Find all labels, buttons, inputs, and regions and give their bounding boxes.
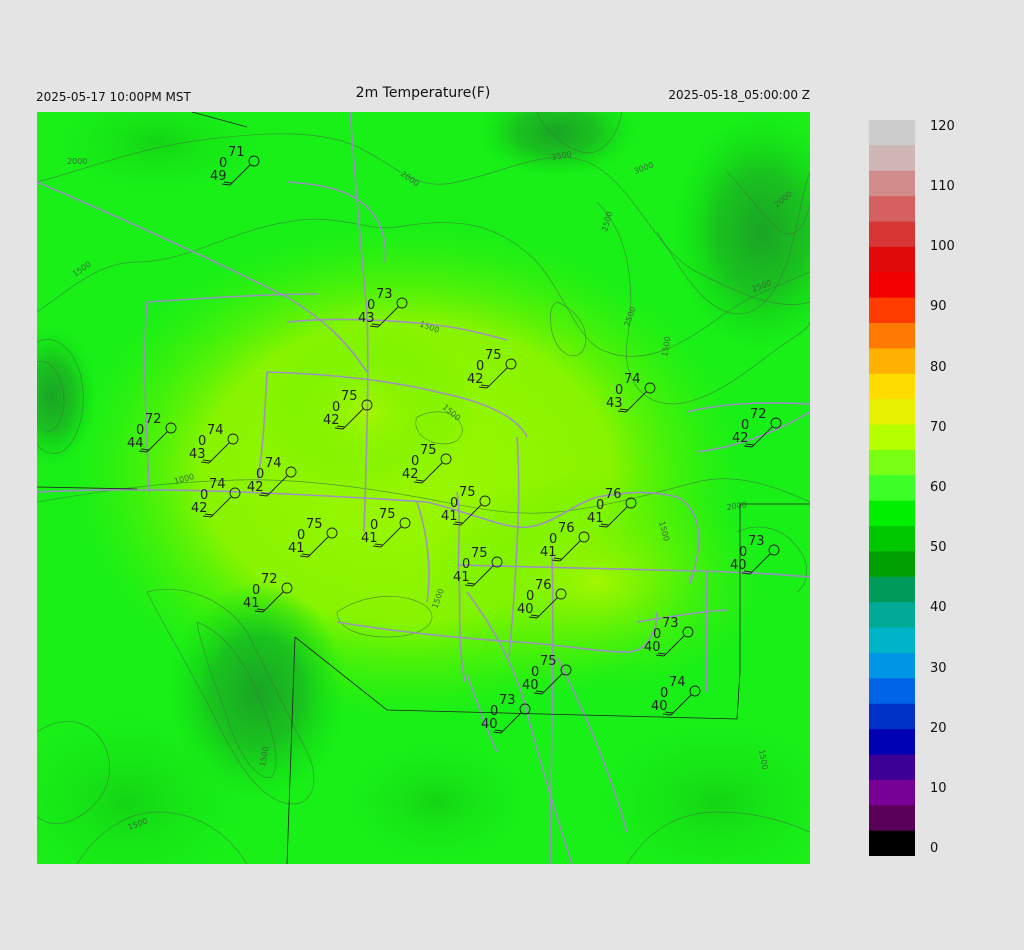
station-dewpoint: 41: [361, 531, 378, 546]
station-temperature: 74: [209, 477, 226, 492]
station-temperature: 75: [485, 348, 502, 363]
utc-time-label: 2025-05-18_05:00:00 Z: [668, 88, 810, 102]
station-temperature: 75: [341, 389, 358, 404]
colorbar-tick-label: 60: [930, 480, 947, 495]
station-temperature: 72: [145, 412, 162, 427]
colorbar-band: [869, 297, 915, 324]
colorbar-tick-label: 50: [930, 540, 947, 555]
station-temperature: 71: [228, 145, 245, 160]
station-dewpoint: 43: [189, 447, 206, 462]
colorbar-tick-label: 70: [930, 420, 947, 435]
station-dewpoint: 41: [243, 596, 260, 611]
station-dewpoint: 42: [323, 413, 340, 428]
colorbar-tick-label: 40: [930, 600, 947, 615]
station-temperature: 72: [261, 572, 278, 587]
colorbar-tick-label: 30: [930, 661, 947, 676]
station-temperature: 75: [459, 485, 476, 500]
colorbar-band: [869, 424, 915, 451]
colorbar-band: [869, 449, 915, 476]
station-dewpoint: 49: [210, 169, 227, 184]
station-dewpoint: 42: [191, 501, 208, 516]
colorbar-band: [869, 729, 915, 756]
station-dewpoint: 40: [644, 640, 661, 655]
colorbar-tick-label: 110: [930, 179, 955, 194]
station-dewpoint: 43: [358, 311, 375, 326]
colorbar-band: [869, 551, 915, 578]
colorbar-band: [869, 576, 915, 603]
colorbar-band: [869, 652, 915, 679]
local-time-label: 2025-05-17 10:00PM MST: [36, 90, 191, 104]
station-dewpoint: 40: [730, 558, 747, 573]
station-dewpoint: 41: [441, 509, 458, 524]
station-temperature: 76: [535, 578, 552, 593]
station-temperature: 73: [376, 287, 393, 302]
colorbar-band: [869, 170, 915, 197]
station-temperature: 75: [379, 507, 396, 522]
colorbar-tick-label: 90: [930, 299, 947, 314]
station-dewpoint: 40: [651, 699, 668, 714]
station-dewpoint: 42: [247, 480, 264, 495]
station-dewpoint: 40: [522, 678, 539, 693]
station-temperature: 74: [207, 423, 224, 438]
colorbar-band: [869, 272, 915, 299]
colorbar-band: [869, 399, 915, 426]
station-dewpoint: 42: [402, 467, 419, 482]
station-dewpoint: 41: [288, 541, 305, 556]
station-temperature: 74: [265, 456, 282, 471]
colorbar-band: [869, 323, 915, 350]
station-dewpoint: 41: [587, 511, 604, 526]
station-temperature: 75: [540, 654, 557, 669]
colorbar-band: [869, 500, 915, 527]
station-temperature: 74: [669, 675, 686, 690]
colorbar-band: [869, 373, 915, 400]
station-temperature: 73: [748, 534, 765, 549]
station-temperature: 74: [624, 372, 641, 387]
station-dewpoint: 44: [127, 436, 144, 451]
colorbar-band: [869, 805, 915, 832]
colorbar-band: [869, 754, 915, 781]
colorbar-band: [869, 120, 915, 146]
colorbar-tick-label: 120: [930, 119, 955, 134]
colorbar-tick-label: 100: [930, 239, 955, 254]
station-temperature: 76: [558, 521, 575, 536]
colorbar-band: [869, 221, 915, 248]
colorbar-band: [869, 703, 915, 730]
station-dewpoint: 41: [540, 545, 557, 560]
colorbar-band: [869, 627, 915, 654]
contour-label: 2000: [67, 157, 87, 166]
station-dewpoint: 41: [453, 570, 470, 585]
station-temperature: 72: [750, 407, 767, 422]
colorbar-band: [869, 830, 915, 857]
colorbar-band: [869, 246, 915, 273]
colorbar-band: [869, 196, 915, 223]
colorbar-band: [869, 602, 915, 629]
map-title: 2m Temperature(F): [355, 85, 491, 101]
colorbar-tick-label: 0: [930, 841, 939, 856]
station-dewpoint: 40: [517, 602, 534, 617]
station-dewpoint: 43: [606, 396, 623, 411]
colorbar-tick-label: 20: [930, 721, 947, 736]
colorbar-band: [869, 475, 915, 502]
colorbar-band: [869, 145, 915, 172]
colorbar-tick-label: 80: [930, 360, 947, 375]
colorbar-tick-label: 10: [930, 781, 947, 796]
station-temperature: 75: [306, 517, 323, 532]
station-temperature: 75: [420, 443, 437, 458]
colorbar-band: [869, 526, 915, 553]
station-temperature: 75: [471, 546, 488, 561]
colorbar-band: [869, 348, 915, 375]
station-dewpoint: 40: [481, 717, 498, 732]
station-dewpoint: 42: [732, 431, 749, 446]
station-temperature: 73: [499, 693, 516, 708]
colorbar-band: [869, 678, 915, 705]
station-dewpoint: 42: [467, 372, 484, 387]
station-temperature: 76: [605, 487, 622, 502]
temperature-colorbar: [869, 120, 915, 857]
colorbar-band: [869, 779, 915, 806]
station-temperature: 73: [662, 616, 679, 631]
temperature-map: 2000 2000 2500 3000 3500 1500 2500 2500 …: [37, 112, 810, 864]
